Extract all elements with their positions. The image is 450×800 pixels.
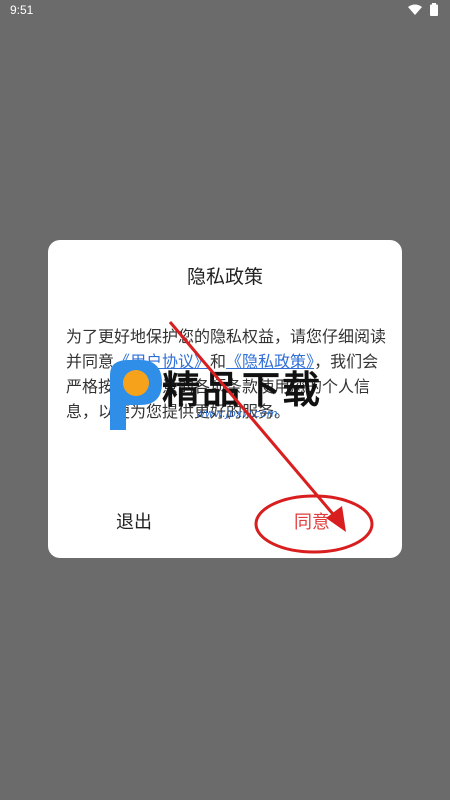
dialog-title: 隐私政策 (186, 266, 263, 288)
exit-button[interactable]: 退出 (106, 500, 162, 542)
agree-button[interactable]: 同意 (284, 500, 340, 542)
user-agreement-link[interactable]: 《用户协议》 (114, 352, 210, 371)
wifi-icon (408, 4, 422, 15)
privacy-policy-dialog: 隐私政策 为了更好地保护您的隐私权益，请您仔细阅读并同意《用户协议》和《隐私政策… (48, 240, 402, 558)
status-icons (408, 3, 438, 16)
status-time: 9:51 (10, 3, 34, 17)
app-screen: 9:51 隐私政策 为了更好地保护您的隐私权益，请您仔细阅读并同意《用户协议》和… (0, 0, 450, 800)
battery-icon (430, 3, 438, 16)
body-text-and: 和 (210, 352, 227, 371)
dialog-body: 为了更好地保护您的隐私权益，请您仔细阅读并同意《用户协议》和《隐私政策》，我们会… (66, 324, 386, 424)
privacy-policy-link[interactable]: 《隐私政策》 (226, 352, 314, 371)
status-bar: 9:51 (0, 0, 450, 22)
